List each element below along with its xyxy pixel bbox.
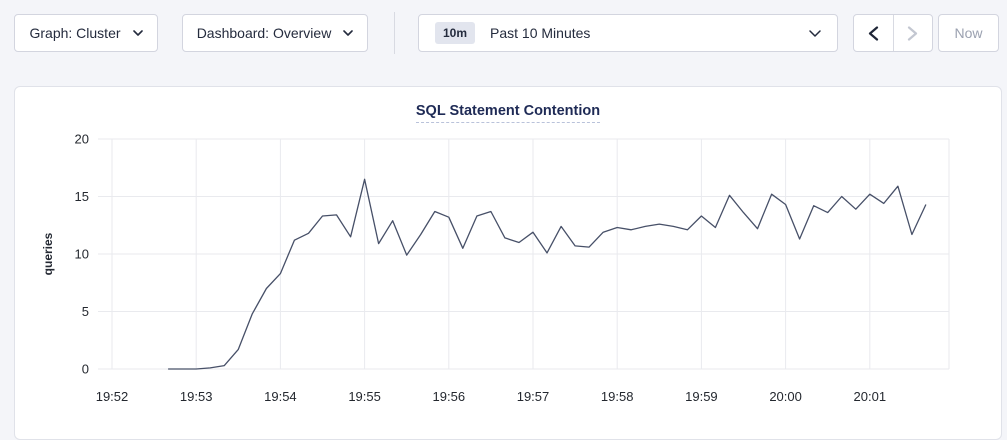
x-axis-tick-label: 19:59 [685,389,718,404]
toolbar-divider [394,12,395,54]
y-axis-tick-label: 20 [75,132,89,147]
time-step-buttons [853,14,933,52]
next-time-button[interactable] [893,15,933,51]
x-axis-tick-label: 19:56 [433,389,466,404]
chevron-right-icon [907,26,918,41]
y-axis-tick-label: 0 [82,362,89,377]
line-chart: 0 5 10 15 20 19:52 19:53 19:54 19:55 19:56 19:57 19… [15,87,1001,439]
chevron-down-icon [343,30,353,36]
chevron-left-icon [868,26,879,41]
now-button[interactable]: Now [938,14,999,52]
y-axis-tick-label: 10 [75,247,89,262]
time-range-label: Past 10 Minutes [490,25,590,41]
x-axis-tick-label: 19:57 [517,389,550,404]
x-axis-tick-label: 19:55 [348,389,381,404]
prev-time-button[interactable] [854,15,893,51]
x-axis-tick-label: 20:00 [769,389,802,404]
dashboard-dropdown-label: Dashboard: Overview [197,25,332,41]
x-axis-tick-label: 20:01 [854,389,887,404]
chevron-down-icon [133,30,143,36]
time-range-picker[interactable]: 10m Past 10 Minutes [418,14,838,52]
toolbar: Graph: Cluster Dashboard: Overview 10m P… [0,0,1007,66]
x-axis-tick-label: 19:52 [96,389,129,404]
chart-card: SQL Statement Contention 0510152019:5219… [14,86,1002,440]
y-axis-title: queries [41,232,55,275]
dashboard-dropdown[interactable]: Dashboard: Overview [182,14,368,52]
time-range-badge: 10m [435,22,475,44]
graph-dropdown-label: Graph: Cluster [29,25,120,41]
series-line [168,179,926,369]
x-axis-tick-label: 19:58 [601,389,634,404]
x-axis-tick-label: 19:54 [264,389,297,404]
x-axis-tick-label: 19:53 [180,389,213,404]
graph-dropdown[interactable]: Graph: Cluster [14,14,158,52]
chevron-down-icon [809,30,821,37]
y-axis-tick-label: 15 [75,189,89,204]
y-axis-tick-label: 5 [82,304,89,319]
